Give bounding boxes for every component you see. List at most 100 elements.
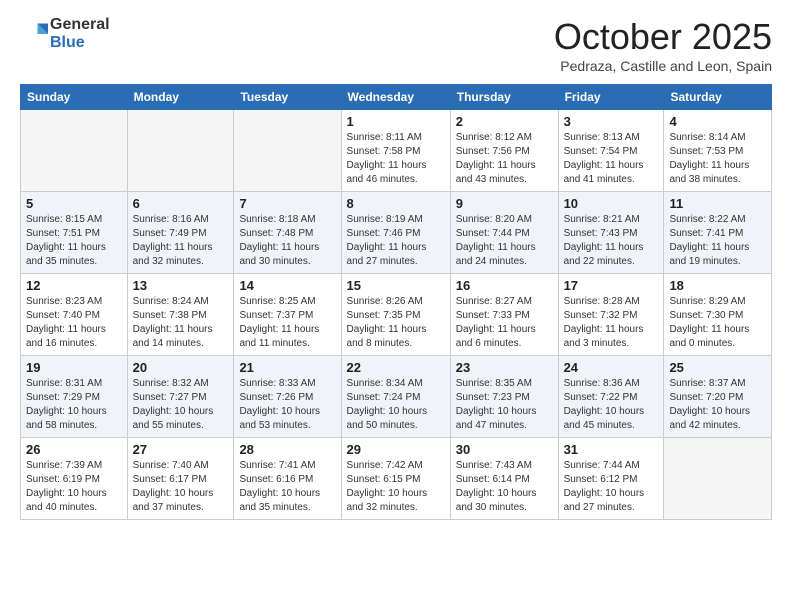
calendar-week-row: 12 Sunrise: 8:23 AM Sunset: 7:40 PM Dayli… <box>21 274 772 356</box>
day-info: Sunrise: 7:44 AM Sunset: 6:12 PM Dayligh… <box>564 459 659 515</box>
day-number: 7 <box>239 196 335 211</box>
calendar-cell: 14 Sunrise: 8:25 AM Sunset: 7:37 PM Dayli… <box>234 274 341 356</box>
logo: General Blue <box>20 16 110 51</box>
day-number: 2 <box>456 114 553 129</box>
day-number: 16 <box>456 278 553 293</box>
day-number: 1 <box>347 114 445 129</box>
calendar-header-row: SundayMondayTuesdayWednesdayThursdayFrid… <box>21 85 772 110</box>
calendar-cell: 17Sunrise: 8:28 AM Sunset: 7:32 PM Dayli… <box>558 274 664 356</box>
day-info: Sunrise: 7:40 AM Sunset: 6:17 PM Dayligh… <box>133 459 229 515</box>
calendar-week-row: 26 Sunrise: 7:39 AM Sunset: 6:19 PM Dayli… <box>21 438 772 520</box>
day-number: 30 <box>456 442 553 457</box>
day-number: 31 <box>564 442 659 457</box>
calendar-cell: 21 Sunrise: 8:33 AM Sunset: 7:26 PM Dayli… <box>234 356 341 438</box>
calendar-header-saturday: Saturday <box>664 85 772 110</box>
calendar-header-sunday: Sunday <box>21 85 128 110</box>
calendar-cell: 1 Sunrise: 8:11 AM Sunset: 7:58 PM Daylig… <box>341 110 450 192</box>
calendar-cell: 4 Sunrise: 8:14 AM Sunset: 7:53 PM Daylig… <box>664 110 772 192</box>
calendar-cell: 25Sunrise: 8:37 AM Sunset: 7:20 PM Dayli… <box>664 356 772 438</box>
day-number: 26 <box>26 442 122 457</box>
calendar-header-friday: Friday <box>558 85 664 110</box>
day-number: 24 <box>564 360 659 375</box>
day-number: 29 <box>347 442 445 457</box>
day-number: 20 <box>133 360 229 375</box>
location: Pedraza, Castille and Leon, Spain <box>554 58 772 74</box>
day-number: 27 <box>133 442 229 457</box>
day-info: Sunrise: 8:24 AM Sunset: 7:38 PM Dayligh… <box>133 295 229 351</box>
logo-general-text: General <box>50 16 110 34</box>
logo-text: General Blue <box>50 16 110 51</box>
day-info: Sunrise: 8:13 AM Sunset: 7:54 PM Dayligh… <box>564 131 659 187</box>
calendar-cell <box>127 110 234 192</box>
calendar-cell: 8 Sunrise: 8:19 AM Sunset: 7:46 PM Daylig… <box>341 192 450 274</box>
day-info: Sunrise: 8:34 AM Sunset: 7:24 PM Dayligh… <box>347 377 445 433</box>
day-number: 9 <box>456 196 553 211</box>
day-number: 19 <box>26 360 122 375</box>
day-info: Sunrise: 7:39 AM Sunset: 6:19 PM Dayligh… <box>26 459 122 515</box>
day-info: Sunrise: 8:22 AM Sunset: 7:41 PM Dayligh… <box>669 213 766 269</box>
day-number: 22 <box>347 360 445 375</box>
calendar-cell: 19 Sunrise: 8:31 AM Sunset: 7:29 PM Dayli… <box>21 356 128 438</box>
calendar-cell: 27 Sunrise: 7:40 AM Sunset: 6:17 PM Dayli… <box>127 438 234 520</box>
calendar-cell: 15 Sunrise: 8:26 AM Sunset: 7:35 PM Dayli… <box>341 274 450 356</box>
day-info: Sunrise: 8:26 AM Sunset: 7:35 PM Dayligh… <box>347 295 445 351</box>
calendar-header-monday: Monday <box>127 85 234 110</box>
calendar-week-row: 5Sunrise: 8:15 AM Sunset: 7:51 PM Daylig… <box>21 192 772 274</box>
calendar-header-thursday: Thursday <box>450 85 558 110</box>
title-section: October 2025 Pedraza, Castille and Leon,… <box>554 16 772 74</box>
day-info: Sunrise: 8:15 AM Sunset: 7:51 PM Dayligh… <box>26 213 122 269</box>
day-info: Sunrise: 8:28 AM Sunset: 7:32 PM Dayligh… <box>564 295 659 351</box>
day-info: Sunrise: 7:41 AM Sunset: 6:16 PM Dayligh… <box>239 459 335 515</box>
calendar-cell <box>21 110 128 192</box>
day-info: Sunrise: 7:42 AM Sunset: 6:15 PM Dayligh… <box>347 459 445 515</box>
day-info: Sunrise: 8:19 AM Sunset: 7:46 PM Dayligh… <box>347 213 445 269</box>
calendar-cell: 16 Sunrise: 8:27 AM Sunset: 7:33 PM Dayli… <box>450 274 558 356</box>
calendar-cell: 6Sunrise: 8:16 AM Sunset: 7:49 PM Daylig… <box>127 192 234 274</box>
day-info: Sunrise: 8:31 AM Sunset: 7:29 PM Dayligh… <box>26 377 122 433</box>
calendar-cell: 23 Sunrise: 8:35 AM Sunset: 7:23 PM Dayli… <box>450 356 558 438</box>
day-number: 11 <box>669 196 766 211</box>
day-info: Sunrise: 8:27 AM Sunset: 7:33 PM Dayligh… <box>456 295 553 351</box>
day-info: Sunrise: 8:11 AM Sunset: 7:58 PM Dayligh… <box>347 131 445 187</box>
day-info: Sunrise: 8:21 AM Sunset: 7:43 PM Dayligh… <box>564 213 659 269</box>
calendar-cell: 11 Sunrise: 8:22 AM Sunset: 7:41 PM Dayli… <box>664 192 772 274</box>
calendar-cell: 29 Sunrise: 7:42 AM Sunset: 6:15 PM Dayli… <box>341 438 450 520</box>
day-number: 4 <box>669 114 766 129</box>
calendar-week-row: 1 Sunrise: 8:11 AM Sunset: 7:58 PM Daylig… <box>21 110 772 192</box>
logo-icon <box>20 20 48 48</box>
day-info: Sunrise: 8:29 AM Sunset: 7:30 PM Dayligh… <box>669 295 766 351</box>
day-number: 13 <box>133 278 229 293</box>
day-number: 15 <box>347 278 445 293</box>
logo-blue-text: Blue <box>50 34 110 52</box>
calendar-cell: 5Sunrise: 8:15 AM Sunset: 7:51 PM Daylig… <box>21 192 128 274</box>
calendar: SundayMondayTuesdayWednesdayThursdayFrid… <box>20 84 772 520</box>
calendar-cell: 10Sunrise: 8:21 AM Sunset: 7:43 PM Dayli… <box>558 192 664 274</box>
day-info: Sunrise: 8:23 AM Sunset: 7:40 PM Dayligh… <box>26 295 122 351</box>
calendar-cell: 9 Sunrise: 8:20 AM Sunset: 7:44 PM Daylig… <box>450 192 558 274</box>
day-info: Sunrise: 8:18 AM Sunset: 7:48 PM Dayligh… <box>239 213 335 269</box>
calendar-header-tuesday: Tuesday <box>234 85 341 110</box>
day-info: Sunrise: 8:35 AM Sunset: 7:23 PM Dayligh… <box>456 377 553 433</box>
day-info: Sunrise: 8:14 AM Sunset: 7:53 PM Dayligh… <box>669 131 766 187</box>
calendar-cell: 20 Sunrise: 8:32 AM Sunset: 7:27 PM Dayli… <box>127 356 234 438</box>
day-number: 23 <box>456 360 553 375</box>
day-info: Sunrise: 8:12 AM Sunset: 7:56 PM Dayligh… <box>456 131 553 187</box>
calendar-cell: 2 Sunrise: 8:12 AM Sunset: 7:56 PM Daylig… <box>450 110 558 192</box>
calendar-cell: 13 Sunrise: 8:24 AM Sunset: 7:38 PM Dayli… <box>127 274 234 356</box>
day-info: Sunrise: 8:20 AM Sunset: 7:44 PM Dayligh… <box>456 213 553 269</box>
day-number: 8 <box>347 196 445 211</box>
calendar-cell: 28 Sunrise: 7:41 AM Sunset: 6:16 PM Dayli… <box>234 438 341 520</box>
calendar-cell: 26 Sunrise: 7:39 AM Sunset: 6:19 PM Dayli… <box>21 438 128 520</box>
day-number: 12 <box>26 278 122 293</box>
day-number: 25 <box>669 360 766 375</box>
day-number: 28 <box>239 442 335 457</box>
day-info: Sunrise: 7:43 AM Sunset: 6:14 PM Dayligh… <box>456 459 553 515</box>
day-info: Sunrise: 8:25 AM Sunset: 7:37 PM Dayligh… <box>239 295 335 351</box>
calendar-cell: 22 Sunrise: 8:34 AM Sunset: 7:24 PM Dayli… <box>341 356 450 438</box>
day-number: 14 <box>239 278 335 293</box>
day-info: Sunrise: 8:32 AM Sunset: 7:27 PM Dayligh… <box>133 377 229 433</box>
day-info: Sunrise: 8:33 AM Sunset: 7:26 PM Dayligh… <box>239 377 335 433</box>
day-number: 21 <box>239 360 335 375</box>
calendar-cell: 24Sunrise: 8:36 AM Sunset: 7:22 PM Dayli… <box>558 356 664 438</box>
day-info: Sunrise: 8:16 AM Sunset: 7:49 PM Dayligh… <box>133 213 229 269</box>
